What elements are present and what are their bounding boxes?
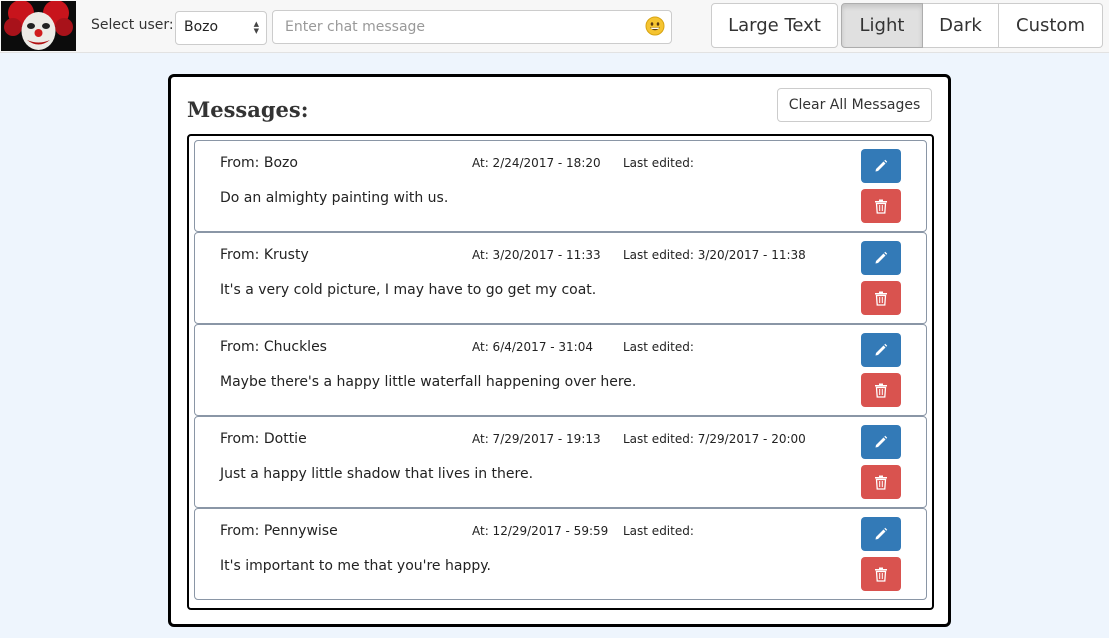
message-text: Maybe there's a happy little waterfall h… xyxy=(220,374,637,390)
large-text-button[interactable]: Large Text xyxy=(711,3,838,48)
pencil-icon xyxy=(875,527,888,540)
message-last-edited: Last edited: 7/29/2017 - 20:00 xyxy=(623,432,806,446)
message-item: From: Chuckles At: 6/4/2017 - 31:04 Last… xyxy=(194,324,927,416)
trash-icon xyxy=(875,383,887,398)
message-last-edited: Last edited: xyxy=(623,524,694,538)
message-text: It's important to me that you're happy. xyxy=(220,558,491,574)
edit-message-button[interactable] xyxy=(861,425,901,459)
messages-title: Messages: xyxy=(187,97,309,122)
message-item: From: Bozo At: 2/24/2017 - 18:20 Last ed… xyxy=(194,140,927,232)
dark-theme-button[interactable]: Dark xyxy=(923,3,999,48)
message-text: Do an almighty painting with us. xyxy=(220,190,449,206)
edit-message-button[interactable] xyxy=(861,517,901,551)
message-timestamp: At: 12/29/2017 - 59:59 xyxy=(472,524,609,538)
trash-icon xyxy=(875,567,887,582)
trash-icon xyxy=(875,475,887,490)
delete-message-button[interactable] xyxy=(861,465,901,499)
light-theme-button[interactable]: Light xyxy=(841,3,923,48)
select-arrows-icon: ▲ ▼ xyxy=(253,20,259,35)
message-from: From: Krusty xyxy=(220,247,309,263)
selected-user-value: Bozo xyxy=(184,19,219,35)
delete-message-button[interactable] xyxy=(861,557,901,591)
chat-message-input[interactable] xyxy=(272,10,672,44)
edit-message-button[interactable] xyxy=(861,333,901,367)
trash-icon xyxy=(875,199,887,214)
theme-button-group: Large Text Light Dark Custom xyxy=(711,3,1103,48)
message-timestamp: At: 2/24/2017 - 18:20 xyxy=(472,156,601,170)
pencil-icon xyxy=(875,251,888,264)
pencil-icon xyxy=(875,343,888,356)
clown-avatar-logo xyxy=(1,1,76,51)
trash-icon xyxy=(875,291,887,306)
message-item: From: Dottie At: 7/29/2017 - 19:13 Last … xyxy=(194,416,927,508)
message-text: Just a happy little shadow that lives in… xyxy=(220,466,534,482)
message-last-edited: Last edited: xyxy=(623,340,694,354)
clear-all-messages-button[interactable]: Clear All Messages xyxy=(777,88,932,122)
smiley-emoji-icon[interactable] xyxy=(645,16,665,36)
message-timestamp: At: 6/4/2017 - 31:04 xyxy=(472,340,593,354)
user-select[interactable]: Bozo ▲ ▼ xyxy=(175,11,267,45)
top-toolbar: Select user: Bozo ▲▼ Large Text Light Da… xyxy=(0,0,1109,53)
message-from: From: Bozo xyxy=(220,155,298,171)
delete-message-button[interactable] xyxy=(861,189,901,223)
select-user-label: Select user: xyxy=(91,17,174,33)
message-from: From: Dottie xyxy=(220,431,307,447)
message-timestamp: At: 7/29/2017 - 19:13 xyxy=(472,432,601,446)
message-item: From: Pennywise At: 12/29/2017 - 59:59 L… xyxy=(194,508,927,600)
pencil-icon xyxy=(875,159,888,172)
message-list: From: Bozo At: 2/24/2017 - 18:20 Last ed… xyxy=(187,134,934,610)
edit-message-button[interactable] xyxy=(861,241,901,275)
delete-message-button[interactable] xyxy=(861,373,901,407)
message-timestamp: At: 3/20/2017 - 11:33 xyxy=(472,248,601,262)
message-item: From: Krusty At: 3/20/2017 - 11:33 Last … xyxy=(194,232,927,324)
messages-panel: Messages: Clear All Messages From: Bozo … xyxy=(168,74,951,627)
message-text: It's a very cold picture, I may have to … xyxy=(220,282,597,298)
delete-message-button[interactable] xyxy=(861,281,901,315)
message-from: From: Chuckles xyxy=(220,339,327,355)
message-from: From: Pennywise xyxy=(220,523,338,539)
custom-theme-button[interactable]: Custom xyxy=(999,3,1103,48)
message-last-edited: Last edited: 3/20/2017 - 11:38 xyxy=(623,248,806,262)
edit-message-button[interactable] xyxy=(861,149,901,183)
pencil-icon xyxy=(875,435,888,448)
message-last-edited: Last edited: xyxy=(623,156,694,170)
